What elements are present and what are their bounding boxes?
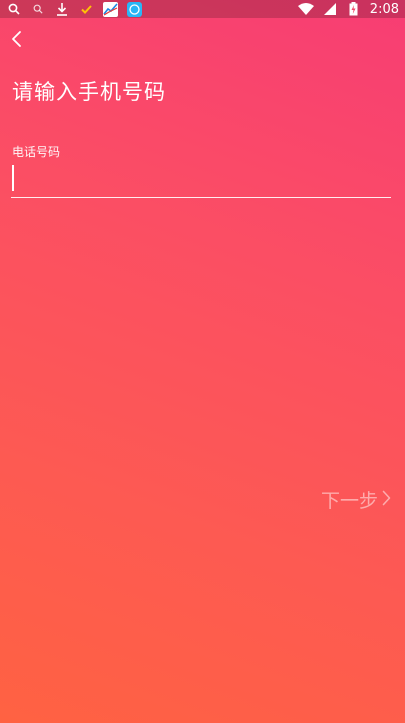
chevron-left-icon <box>11 30 23 52</box>
wifi-icon <box>297 1 314 17</box>
phone-input[interactable] <box>11 162 391 198</box>
phone-field-label: 电话号码 <box>12 145 61 159</box>
text-cursor <box>12 165 14 191</box>
signal-icon <box>322 1 338 17</box>
page-title: 请输入手机号码 <box>12 80 166 104</box>
status-bar-system: 2:08 <box>297 1 399 17</box>
browser-app-icon <box>126 1 142 17</box>
next-button[interactable]: 下一步 <box>321 486 391 513</box>
chart-app-icon <box>102 1 118 17</box>
download-icon <box>54 1 70 17</box>
clock: 2:08 <box>369 1 399 17</box>
search-small-icon <box>30 1 46 17</box>
back-button[interactable] <box>6 30 28 52</box>
next-button-label: 下一步 <box>320 490 378 512</box>
battery-charging-icon <box>346 1 362 17</box>
chevron-right-icon <box>382 489 391 511</box>
search-icon <box>6 1 22 17</box>
check-icon <box>78 1 94 17</box>
status-bar-notifications <box>6 1 142 17</box>
status-bar: 2:08 <box>0 0 405 18</box>
